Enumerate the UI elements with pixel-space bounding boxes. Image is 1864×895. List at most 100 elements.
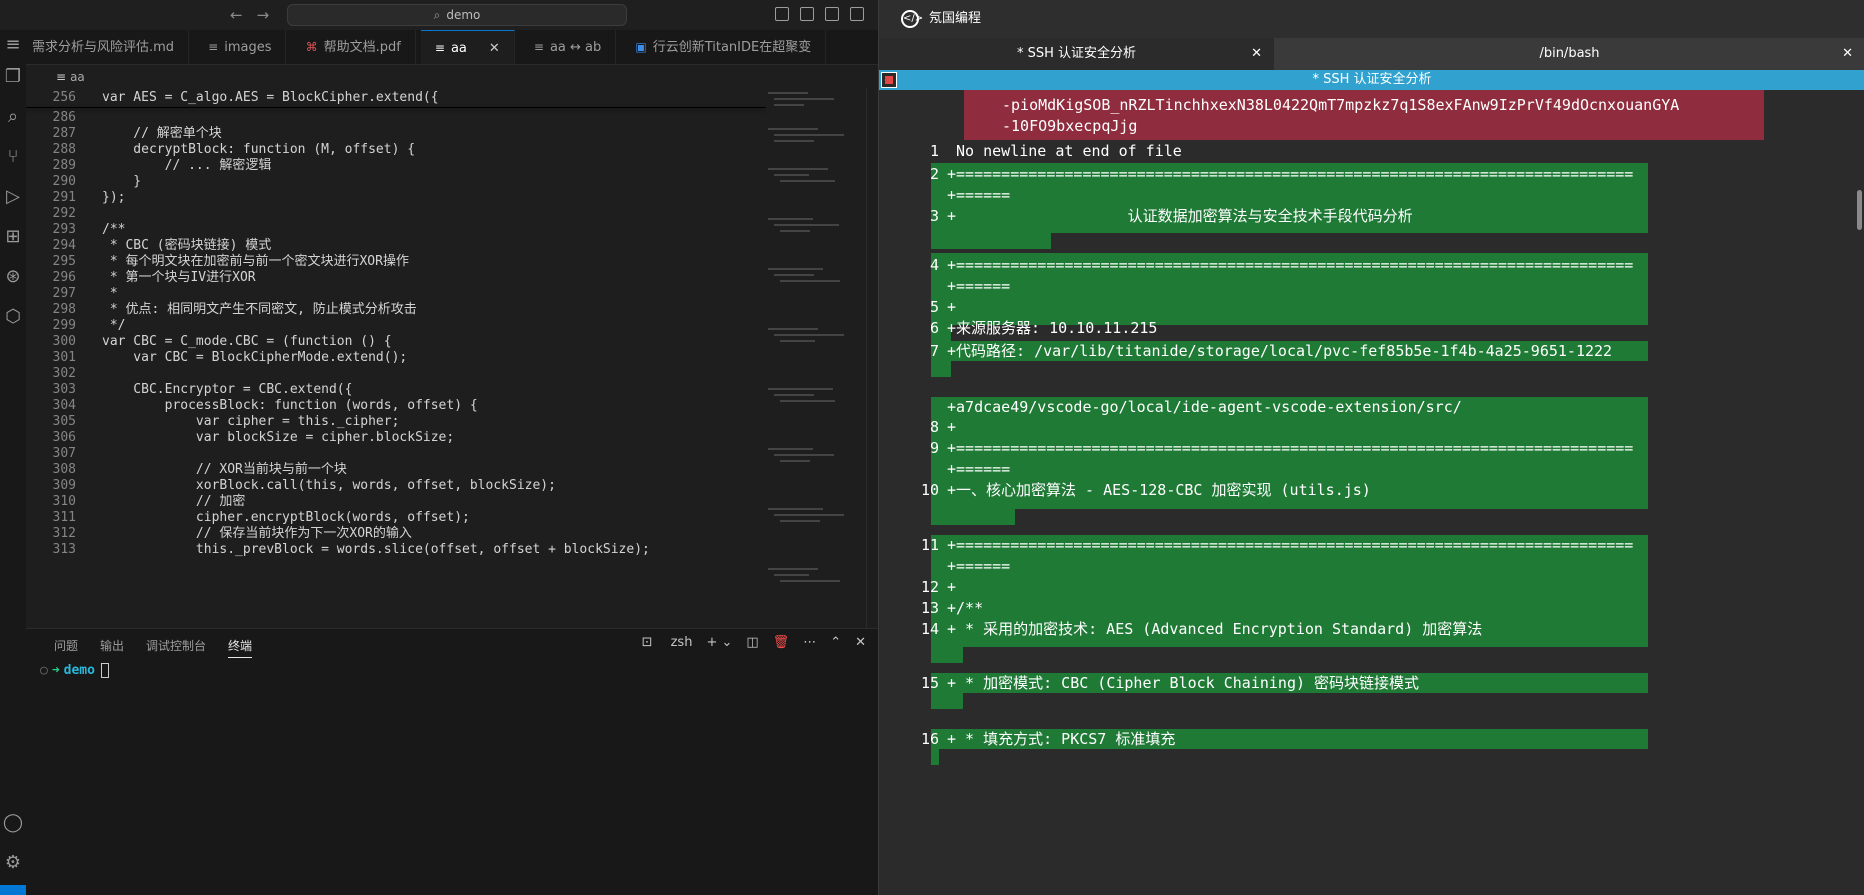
output-line: 8 + (909, 417, 956, 438)
source-control-icon[interactable]: ⑂ (0, 144, 26, 170)
panel-actions: ⊡ zsh + ⌄ ◫ 🗑 ⋯ ⌃ ✕ (614, 635, 866, 650)
output-line: 1 No newline at end of file (909, 141, 1182, 162)
back-arrow-icon[interactable]: ← (230, 6, 243, 24)
terminal-prompt[interactable]: ○ ➜ demo (40, 663, 109, 678)
output-line: 3 + 认证数据加密算法与安全技术手段代码分析 (909, 206, 1413, 227)
maximize-panel-icon[interactable]: ⌃ (830, 635, 841, 650)
tab-aa[interactable]: ≡ aa ✕ (420, 30, 515, 64)
line-text: + * 填充方式: PKCS7 标准填充 (947, 730, 1176, 748)
status-bar (0, 885, 878, 895)
session-header: * SSH 认证安全分析 (879, 70, 1864, 90)
run-debug-icon[interactable]: ▷ (0, 184, 26, 210)
file-icon: ≡ (208, 40, 219, 54)
session-indicator-icon[interactable] (881, 72, 897, 88)
layout-controls (775, 6, 875, 25)
toggle-secondary-sidebar-icon[interactable] (850, 7, 864, 21)
breadcrumb[interactable]: ≡ aa (26, 66, 85, 88)
terminal-shell-indicator[interactable]: ⊡ zsh (628, 635, 693, 650)
line-text: No newline at end of file (947, 142, 1182, 160)
code-line: 313 this._prevBlock = words.slice(offset… (26, 540, 766, 559)
close-panel-icon[interactable]: ✕ (855, 635, 866, 650)
split-terminal-icon[interactable]: ◫ (746, 635, 758, 650)
doc-icon: ▣ (635, 40, 647, 54)
terminal-tabs: * SSH 认证安全分析 ✕ /bin/bash ✕ (879, 38, 1864, 70)
forward-arrow-icon[interactable]: → (257, 6, 270, 24)
line-number: 256 (52, 90, 76, 105)
code-editor[interactable]: 256 var AES = C_algo.AES = BlockCipher.ex… (26, 88, 766, 628)
breadcrumb-label: aa (70, 70, 85, 84)
line-text: +/** (947, 599, 984, 617)
cube-icon[interactable]: ⬡ (0, 304, 26, 330)
panel-tabs: 问题 输出 调试控制台 终端 (54, 637, 274, 658)
shell-label: zsh (670, 635, 693, 650)
tab-doc[interactable]: ▣ 行云创新TitanIDE在超聚变 (621, 30, 827, 64)
kill-terminal-icon[interactable]: 🗑 (773, 635, 790, 650)
terminal-cursor (100, 663, 109, 678)
close-icon[interactable]: ✕ (489, 41, 500, 56)
terminal-app: </> 氖国编程 * SSH 认证安全分析 ✕ /bin/bash ✕ * SSH 认… (878, 0, 1864, 895)
diff-added-highlight (931, 509, 1015, 525)
output-line: 6 +来源服务器: 10.10.11.215 (909, 318, 1158, 339)
explorer-icon[interactable]: ❐ (0, 64, 26, 90)
remote-indicator[interactable] (0, 885, 26, 895)
output-line: 13 +/** (909, 598, 983, 619)
add-terminal-icon[interactable]: + ⌄ (706, 635, 732, 650)
output-line: +====== (909, 556, 1010, 577)
line-text: +一、核心加密算法 - AES-128-CBC 加密实现 (utils.js) (947, 481, 1371, 499)
tab-debug-console[interactable]: 调试控制台 (146, 639, 206, 653)
diff-icon: ≡ (533, 40, 544, 54)
ide-titlebar: ← → ⌕ demo (0, 0, 878, 30)
close-icon[interactable]: ✕ (1842, 38, 1853, 70)
tab-label: aa ↔ ab (549, 40, 602, 55)
account-icon[interactable]: ◯ (0, 810, 26, 836)
layout-icon[interactable] (775, 7, 789, 21)
line-number: 13 (920, 599, 939, 617)
command-center-search[interactable]: ⌕ demo (287, 4, 627, 26)
tab-output[interactable]: 输出 (100, 639, 124, 653)
line-number: 9 (929, 439, 939, 457)
tab-bin-bash[interactable]: /bin/bash ✕ (1274, 38, 1864, 70)
line-text: +====== (947, 186, 1011, 204)
toggle-sidebar-icon[interactable] (800, 7, 814, 21)
minimap[interactable] (760, 88, 860, 628)
tab-requirements[interactable]: 需求分析与风险评估.md (26, 30, 190, 64)
tab-problems[interactable]: 问题 (54, 639, 78, 653)
line-number: 3 (929, 207, 939, 225)
tab-terminal[interactable]: 终端 (228, 639, 253, 658)
terminal-scrollbar[interactable] (1854, 90, 1864, 895)
extensions-icon[interactable]: ⊞ (0, 224, 26, 250)
line-number: 1 (929, 142, 939, 160)
line-number: 16 (920, 730, 939, 748)
more-actions-icon[interactable]: ⋯ (803, 635, 816, 650)
terminal-output[interactable]: -pioMdKigSOB_nRZLTinchhxexN38L0422QmT7mp… (879, 90, 1864, 895)
line-text: +代码路径: /var/lib/titanide/storage/local/p… (947, 342, 1613, 360)
search-label: demo (446, 8, 481, 22)
output-line: 2 +======================================… (909, 164, 1633, 185)
tab-ssh-analysis[interactable]: * SSH 认证安全分析 ✕ (879, 38, 1274, 70)
terminal-titlebar: </> 氖国编程 (879, 0, 1864, 38)
tab-help-pdf[interactable]: ⌘ 帮助文档.pdf (292, 30, 416, 64)
tab-images[interactable]: ≡ images (194, 30, 287, 64)
toggle-panel-icon[interactable] (825, 7, 839, 21)
tab-label: 帮助文档.pdf (323, 40, 401, 55)
tab-label: aa (450, 41, 467, 56)
line-text: +来源服务器: 10.10.11.215 (947, 319, 1158, 337)
line-text: + * 加密模式: CBC (Cipher Block Chaining) 密码… (947, 674, 1420, 692)
tab-label: images (224, 40, 272, 55)
git-graph-icon[interactable]: ⊛ (0, 264, 26, 290)
search-icon[interactable]: ⌕ (0, 104, 26, 130)
line-number: 15 (920, 674, 939, 692)
terminal-icon: ⊡ (641, 635, 657, 650)
diff-added-highlight (931, 693, 963, 709)
editor-scrollbar[interactable] (866, 88, 874, 628)
scroll-thumb[interactable] (1857, 190, 1862, 230)
code-text: this._prevBlock = words.slice(offset, of… (102, 542, 650, 557)
file-icon: ≡ (56, 70, 67, 84)
tab-diff[interactable]: ≡ aa ↔ ab (520, 30, 617, 64)
pdf-icon: ⌘ (305, 40, 318, 54)
output-line: 14 + * 采用的加密技术: AES (Advanced Encryption … (909, 619, 1482, 640)
settings-gear-icon[interactable]: ⚙ (0, 850, 26, 876)
menu-icon[interactable]: ≡ (0, 32, 26, 58)
close-icon[interactable]: ✕ (1251, 38, 1262, 70)
prompt-arrow-icon: ➜ (51, 663, 60, 678)
